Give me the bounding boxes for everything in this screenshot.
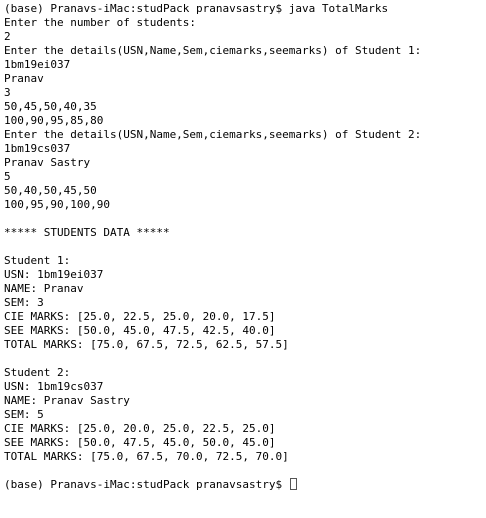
terminal-line: CIE MARKS: [25.0, 22.5, 25.0, 20.0, 17.5…	[4, 310, 276, 323]
terminal-line: Student 1:	[4, 254, 71, 267]
terminal-line: SEE MARKS: [50.0, 45.0, 47.5, 42.5, 40.0…	[4, 324, 276, 337]
terminal-line: Enter the details(USN,Name,Sem,ciemarks,…	[4, 128, 422, 141]
terminal-line: SEM: 3	[4, 296, 44, 309]
terminal-line: Pranav Sastry	[4, 156, 91, 169]
terminal-line: NAME: Pranav	[4, 282, 84, 295]
text-cursor[interactable]	[289, 478, 297, 490]
terminal-line: Enter the details(USN,Name,Sem,ciemarks,…	[4, 44, 422, 57]
terminal-output[interactable]: (base) Pranavs-iMac:studPack pranavsastr…	[4, 2, 484, 492]
terminal-line: 1bm19cs037	[4, 142, 71, 155]
terminal-line: Student 2:	[4, 366, 71, 379]
terminal-line: CIE MARKS: [25.0, 20.0, 25.0, 22.5, 25.0…	[4, 422, 276, 435]
terminal-line: 50,45,50,40,35	[4, 100, 97, 113]
terminal-line: 5	[4, 170, 11, 183]
terminal-line: (base) Pranavs-iMac:studPack pranavsastr…	[4, 2, 389, 15]
terminal-line: ***** STUDENTS DATA *****	[4, 226, 170, 239]
terminal-line: 100,95,90,100,90	[4, 198, 110, 211]
terminal-line: USN: 1bm19ei037	[4, 268, 104, 281]
prompt-line[interactable]: (base) Pranavs-iMac:studPack pranavsastr…	[4, 478, 484, 492]
terminal-line: SEM: 5	[4, 408, 44, 421]
terminal-line: Pranav	[4, 72, 44, 85]
terminal-line: SEE MARKS: [50.0, 47.5, 45.0, 50.0, 45.0…	[4, 436, 276, 449]
shell-prompt: (base) Pranavs-iMac:studPack pranavsastr…	[4, 478, 289, 491]
terminal-line: TOTAL MARKS: [75.0, 67.5, 72.5, 62.5, 57…	[4, 338, 289, 351]
terminal-line: 2	[4, 30, 11, 43]
terminal-line: 100,90,95,85,80	[4, 114, 104, 127]
terminal-line: 3	[4, 86, 11, 99]
terminal-line: NAME: Pranav Sastry	[4, 394, 130, 407]
terminal-line: 50,40,50,45,50	[4, 184, 97, 197]
terminal-line: 1bm19ei037	[4, 58, 71, 71]
terminal-line: Enter the number of students:	[4, 16, 197, 29]
terminal-line: USN: 1bm19cs037	[4, 380, 104, 393]
terminal-line: TOTAL MARKS: [75.0, 67.5, 70.0, 72.5, 70…	[4, 450, 289, 463]
